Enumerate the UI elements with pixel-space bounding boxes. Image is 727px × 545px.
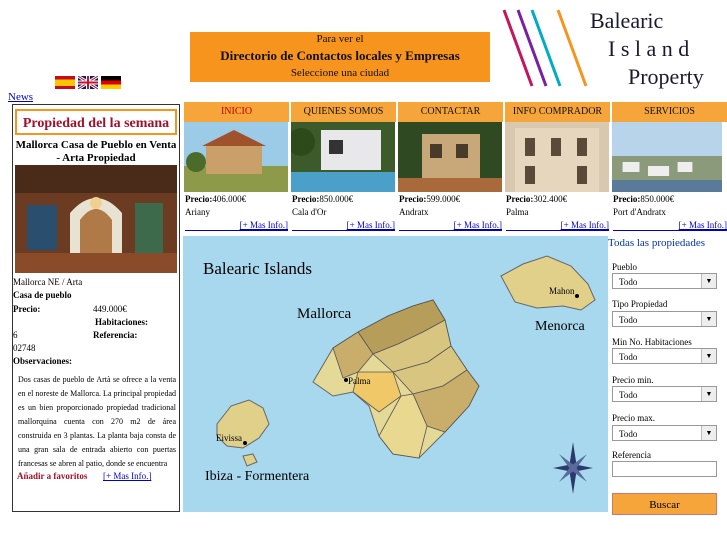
uk-flag-icon[interactable] xyxy=(77,74,99,91)
banner-line-3: Seleccione una ciudad xyxy=(290,67,390,79)
card-divider xyxy=(292,230,395,231)
map-label-mahon: Mahon xyxy=(549,286,575,296)
nav-quienes-somos[interactable]: QUIENES SOMOS xyxy=(290,102,396,122)
logo-word-property: Property xyxy=(628,64,704,89)
card-price: Precio:850.000€ xyxy=(613,194,675,204)
card-divider xyxy=(399,230,502,231)
map-label-palma: Palma xyxy=(348,376,371,386)
balearic-islands-map[interactable]: Balearic Islands Mallorca Menorca Mahon … xyxy=(183,236,608,512)
news-link[interactable]: News xyxy=(8,91,33,103)
chevron-down-icon[interactable]: ▼ xyxy=(701,274,716,288)
min-habitaciones-label: Min No. Habitaciones xyxy=(612,337,692,347)
map-title: Balearic Islands xyxy=(203,259,312,278)
card-divider xyxy=(185,230,288,231)
german-flag-icon[interactable] xyxy=(101,76,121,89)
property-thumbnail[interactable] xyxy=(398,122,502,192)
property-card[interactable]: Precio:599.000€ Andratx [+ Mas Info.] xyxy=(397,122,502,232)
referencia-input[interactable] xyxy=(612,461,717,477)
nav-contactar[interactable]: CONTACTAR xyxy=(397,102,503,122)
property-thumbnail[interactable] xyxy=(184,122,288,192)
map-label-mallorca: Mallorca xyxy=(297,306,351,322)
chevron-down-icon[interactable]: ▼ xyxy=(701,349,716,363)
chevron-down-icon[interactable]: ▼ xyxy=(701,387,716,401)
property-title[interactable]: Mallorca Casa de Pueblo en Venta - Arta … xyxy=(13,139,179,165)
tipo-propiedad-label: Tipo Propiedad xyxy=(612,299,668,309)
price-label: Precio: xyxy=(13,304,41,314)
tipo-propiedad-select[interactable]: Todo ▼ xyxy=(612,311,717,327)
card-more-info-link[interactable]: [+ Mas Info.] xyxy=(561,220,609,230)
ref-value: 02748 xyxy=(13,343,36,353)
logo-word-balearic: Balearic xyxy=(590,8,664,33)
search-button[interactable]: Buscar xyxy=(612,493,717,515)
card-divider xyxy=(506,230,609,231)
precio-min-select[interactable]: Todo ▼ xyxy=(612,386,717,402)
card-location: Port d'Andratx xyxy=(613,207,666,217)
price-value: 449.000€ xyxy=(93,304,127,314)
property-thumbnail[interactable] xyxy=(612,122,722,192)
card-location: Palma xyxy=(506,207,529,217)
nav-inicio[interactable]: INICIO xyxy=(183,102,289,122)
min-habitaciones-select[interactable]: Todo ▼ xyxy=(612,348,717,364)
observations-label: Observaciones: xyxy=(13,356,72,366)
card-location: Ariany xyxy=(185,207,210,217)
chevron-down-icon[interactable]: ▼ xyxy=(701,312,716,326)
card-location: Andratx xyxy=(399,207,429,217)
card-price: Precio:302.400€ xyxy=(506,194,568,204)
rooms-label: Habitaciones: xyxy=(95,317,148,327)
site-logo[interactable]: Balearic I s l a n d Property xyxy=(498,4,727,90)
property-location: Mallorca NE / Arta xyxy=(13,277,83,287)
nav-info-comprador[interactable]: INFO COMPRADOR xyxy=(504,102,610,122)
property-thumbnail[interactable] xyxy=(291,122,395,192)
card-more-info-link[interactable]: [+ Mas Info.] xyxy=(347,220,395,230)
rooms-value: 6 xyxy=(13,330,18,340)
property-card[interactable]: Precio:850.000€ Cala d'Or [+ Mas Info.] xyxy=(290,122,395,232)
precio-min-label: Precio min. xyxy=(612,375,654,385)
card-price: Precio:850.000€ xyxy=(292,194,354,204)
card-price: Precio:406.000€ xyxy=(185,194,247,204)
spanish-flag-icon[interactable] xyxy=(55,76,75,89)
map-label-eivissa: Eivissa xyxy=(216,433,242,443)
logo-word-island: I s l a n d xyxy=(608,36,690,61)
referencia-label: Referencia xyxy=(612,450,651,460)
chevron-down-icon[interactable]: ▼ xyxy=(701,426,716,440)
more-info-link[interactable]: [+ Mas Info.] xyxy=(103,471,151,481)
pueblo-select[interactable]: Todo ▼ xyxy=(612,273,717,289)
precio-max-label: Precio max. xyxy=(612,413,655,423)
card-more-info-link[interactable]: [+ Mas Info.] xyxy=(679,220,727,230)
card-price: Precio:599.000€ xyxy=(399,194,461,204)
property-card[interactable]: Precio:302.400€ Palma [+ Mas Info.] xyxy=(504,122,609,232)
card-more-info-link[interactable]: [+ Mas Info.] xyxy=(240,220,288,230)
property-card[interactable]: Precio:406.000€ Ariany [+ Mas Info.] xyxy=(183,122,288,232)
all-properties-link[interactable]: Todas las propiedades xyxy=(608,237,705,249)
card-location: Cala d'Or xyxy=(292,207,327,217)
property-photo[interactable] xyxy=(15,165,177,273)
property-card[interactable]: Precio:850.000€ Port d'Andratx [+ Mas In… xyxy=(611,122,727,232)
map-label-ibiza-formentera: Ibiza - Formentera xyxy=(205,469,310,484)
mahon-dot-icon xyxy=(575,294,579,298)
nav-servicios[interactable]: SERVICIOS xyxy=(611,102,727,122)
property-type: Casa de pueblo xyxy=(13,290,72,300)
eivissa-dot-icon xyxy=(243,441,247,445)
property-of-week-panel: Propiedad del la semana Mallorca Casa de… xyxy=(12,104,180,512)
map-label-menorca: Menorca xyxy=(535,319,586,334)
observations-text: Dos casas de pueblo de Artà se ofrece a … xyxy=(18,375,176,468)
card-more-info-link[interactable]: [+ Mas Info.] xyxy=(454,220,502,230)
property-of-week-header: Propiedad del la semana xyxy=(15,109,177,135)
banner-line-1: Para ver el xyxy=(316,33,364,45)
pueblo-label: Pueblo xyxy=(612,262,638,272)
card-divider xyxy=(613,230,727,231)
banner-title: Directorio de Contactos locales y Empres… xyxy=(220,48,460,63)
precio-max-select[interactable]: Todo ▼ xyxy=(612,425,717,441)
ref-label: Referencia: xyxy=(93,330,138,340)
add-to-favorites-link[interactable]: Añadir a favoritos xyxy=(17,471,87,481)
property-thumbnail[interactable] xyxy=(505,122,609,192)
directory-banner[interactable]: Para ver el Directorio de Contactos loca… xyxy=(190,32,490,82)
